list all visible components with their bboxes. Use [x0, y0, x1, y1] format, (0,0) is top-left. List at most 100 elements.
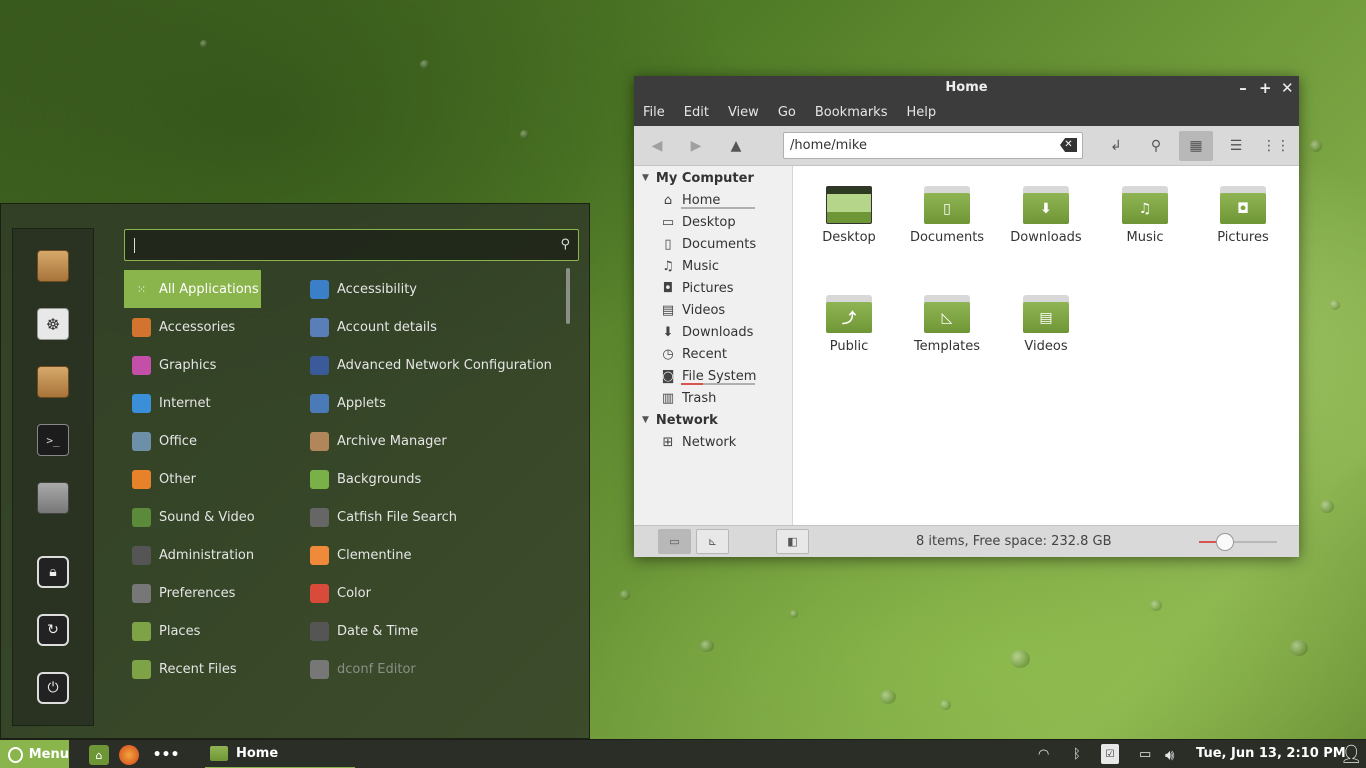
- hide-sidebar-button[interactable]: ◧: [776, 529, 809, 554]
- zoom-slider[interactable]: [1199, 533, 1277, 551]
- sidebar-item[interactable]: ⊞ Network: [634, 431, 792, 453]
- battery-icon[interactable]: ▭: [1139, 740, 1151, 768]
- file-item[interactable]: ♫ Music: [1097, 186, 1193, 245]
- app-item[interactable]: Catfish File Search: [302, 498, 562, 536]
- sidebar-item[interactable]: ▤ Videos: [634, 299, 792, 321]
- sidebar-item[interactable]: ▯ Documents: [634, 233, 792, 255]
- menu-bookmarks[interactable]: Bookmarks: [815, 100, 888, 126]
- zoom-slider-knob[interactable]: [1216, 533, 1234, 551]
- clear-location-icon[interactable]: ✕: [1060, 138, 1077, 152]
- app-item[interactable]: Date & Time: [302, 612, 562, 650]
- file-item[interactable]: Desktop: [801, 186, 897, 245]
- logout-icon[interactable]: ↻: [37, 614, 69, 646]
- shutdown-icon[interactable]: ⏻: [37, 672, 69, 704]
- sidebar-item[interactable]: ♫ Music: [634, 255, 792, 277]
- menu-scrollbar[interactable]: [566, 268, 570, 324]
- file-item-label: Public: [829, 339, 869, 354]
- sidebar-item[interactable]: ⌂ Home: [634, 189, 792, 211]
- menu-go[interactable]: Go: [778, 100, 796, 126]
- mixer-icon[interactable]: [37, 482, 69, 514]
- maximize-icon[interactable]: +: [1259, 76, 1272, 100]
- water-drop: [520, 130, 529, 139]
- up-button[interactable]: ▲: [719, 131, 753, 161]
- forward-button[interactable]: ▶: [679, 131, 713, 161]
- file-item[interactable]: ▤ Videos: [998, 295, 1094, 354]
- minimize-icon[interactable]: –: [1237, 76, 1249, 100]
- menu-button[interactable]: Menu: [0, 740, 69, 768]
- app-item[interactable]: Accessibility: [302, 270, 562, 308]
- menu-edit[interactable]: Edit: [684, 100, 709, 126]
- expander-icon[interactable]: ▼: [642, 173, 649, 183]
- show-desktop-icon[interactable]: ⌂: [89, 745, 109, 765]
- menu-help[interactable]: Help: [906, 100, 936, 126]
- file-item[interactable]: ◘ Pictures: [1195, 186, 1291, 245]
- lock-screen-icon[interactable]: 🔒︎: [37, 556, 69, 588]
- category-item[interactable]: Sound & Video: [124, 498, 304, 536]
- show-treeview-button[interactable]: ⊾: [696, 529, 729, 554]
- window-titlebar[interactable]: Home – + ✕: [634, 76, 1299, 100]
- sound-video-icon: [132, 507, 151, 527]
- menu-view[interactable]: View: [728, 100, 759, 126]
- menu-search-input[interactable]: ⚲: [124, 229, 579, 261]
- terminal-icon[interactable]: >_: [37, 424, 69, 456]
- category-item[interactable]: Internet: [124, 384, 304, 422]
- close-icon[interactable]: ✕: [1281, 76, 1294, 100]
- app-item[interactable]: dconf Editor: [302, 650, 562, 688]
- sidebar-item[interactable]: ◷ Recent: [634, 343, 792, 365]
- category-item[interactable]: Office: [124, 422, 304, 460]
- sidebar-item[interactable]: ▭ Desktop: [634, 211, 792, 233]
- category-item[interactable]: Places: [124, 612, 304, 650]
- file-item[interactable]: ▯ Documents: [899, 186, 995, 245]
- category-item[interactable]: Recent Files: [124, 650, 304, 688]
- list-view-button[interactable]: ☰: [1219, 131, 1253, 161]
- sidebar-item[interactable]: ◘ Pictures: [634, 277, 792, 299]
- sidebar-section-header[interactable]: ▼ My Computer: [634, 167, 792, 189]
- category-item[interactable]: Preferences: [124, 574, 304, 612]
- icon-view-button[interactable]: ▦: [1179, 131, 1213, 161]
- taskbar-window-home[interactable]: Home: [205, 740, 355, 768]
- user-icon[interactable]: 👤︎: [1340, 740, 1363, 768]
- app-item[interactable]: Clementine: [302, 536, 562, 574]
- firefox-icon[interactable]: [119, 745, 139, 765]
- category-item[interactable]: Graphics: [124, 346, 304, 384]
- app-item[interactable]: Advanced Network Configuration: [302, 346, 562, 384]
- category-item[interactable]: Accessories: [124, 308, 304, 346]
- app-item[interactable]: Backgrounds: [302, 460, 562, 498]
- sidebar-section-header[interactable]: ▼ Network: [634, 409, 792, 431]
- app-item[interactable]: Archive Manager: [302, 422, 562, 460]
- toggle-location-button[interactable]: ↲: [1099, 131, 1133, 161]
- app-item[interactable]: Account details: [302, 308, 562, 346]
- category-item[interactable]: Administration: [124, 536, 304, 574]
- public-folder-icon: ⤴: [826, 295, 872, 333]
- file-item[interactable]: ◺ Templates: [899, 295, 995, 354]
- category-item[interactable]: ⁙ All Applications: [124, 270, 261, 308]
- more-launchers-icon[interactable]: •••: [153, 745, 180, 765]
- menu-file[interactable]: File: [643, 100, 665, 126]
- show-places-button[interactable]: ▭: [658, 529, 691, 554]
- sidebar-item[interactable]: ◙ File System: [634, 365, 792, 387]
- search-button[interactable]: ⚲: [1139, 131, 1173, 161]
- volume-icon[interactable]: 🔊︎: [1165, 740, 1174, 768]
- backgrounds-icon: [310, 469, 329, 489]
- app-item[interactable]: Color: [302, 574, 562, 612]
- sidebar-item[interactable]: ⬇ Downloads: [634, 321, 792, 343]
- location-bar[interactable]: /home/mike ✕: [783, 132, 1083, 159]
- back-button[interactable]: ◀: [640, 131, 674, 161]
- sidebar-item[interactable]: ▥ Trash: [634, 387, 792, 409]
- clock[interactable]: Tue, Jun 13, 2:10 PM: [1196, 746, 1346, 761]
- water-drop: [1290, 640, 1308, 656]
- compact-view-button[interactable]: ⋮⋮: [1259, 131, 1293, 161]
- software-manager-icon[interactable]: ☸: [37, 308, 69, 340]
- package-installer-icon[interactable]: [37, 250, 69, 282]
- clipboard-icon[interactable]: ☑: [1101, 744, 1119, 764]
- bluetooth-icon[interactable]: ᛒ: [1073, 740, 1081, 768]
- sidebar-item-label: Desktop: [682, 214, 736, 230]
- app-item[interactable]: Applets: [302, 384, 562, 422]
- wifi-icon[interactable]: ◠: [1038, 740, 1049, 768]
- category-item[interactable]: Other: [124, 460, 304, 498]
- category-label: Office: [159, 433, 197, 449]
- expander-icon[interactable]: ▼: [642, 415, 649, 425]
- file-item[interactable]: ⤴ Public: [801, 295, 897, 354]
- package-manager-icon[interactable]: [37, 366, 69, 398]
- file-item[interactable]: ⬇ Downloads: [998, 186, 1094, 245]
